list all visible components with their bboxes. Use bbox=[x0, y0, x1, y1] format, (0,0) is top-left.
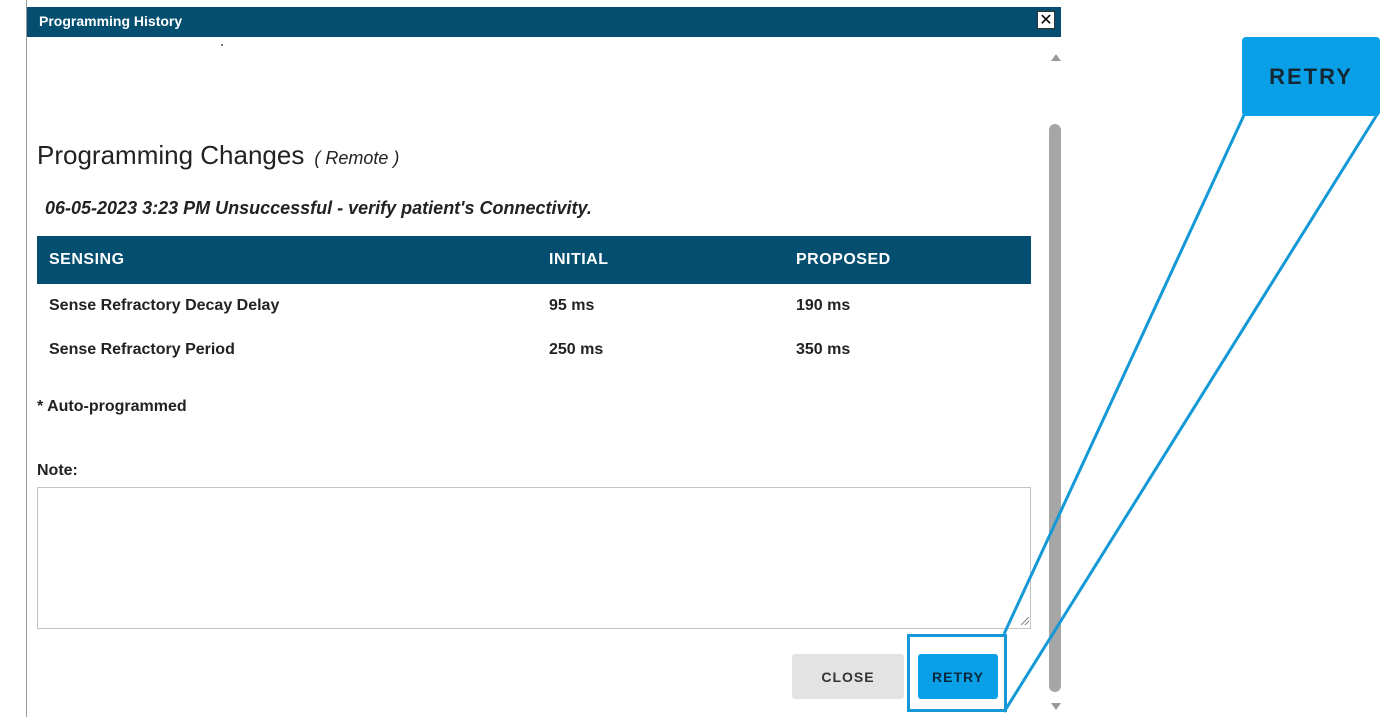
row-proposed: 350 ms bbox=[796, 341, 851, 358]
column-header-initial: INITIAL bbox=[549, 251, 609, 268]
note-label: Note: bbox=[37, 462, 78, 479]
row-parameter: Sense Refractory Period bbox=[49, 341, 235, 358]
row-initial: 250 ms bbox=[549, 341, 604, 358]
scroll-down-icon[interactable] bbox=[1051, 703, 1061, 710]
vertical-scrollbar[interactable] bbox=[1047, 40, 1063, 717]
close-icon[interactable]: ✕ bbox=[1037, 11, 1055, 29]
dialog-titlebar: Programming History ✕ bbox=[27, 7, 1061, 37]
retry-highlight-box bbox=[907, 634, 1007, 712]
column-header-sensing: SENSING bbox=[49, 251, 125, 268]
close-button[interactable]: CLOSE bbox=[792, 654, 904, 699]
heading-sub: ( Remote ) bbox=[314, 148, 400, 168]
dialog-title: Programming History bbox=[39, 13, 183, 29]
column-header-proposed: PROPOSED bbox=[796, 251, 891, 268]
resize-grip-icon[interactable] bbox=[1021, 617, 1029, 625]
scrollbar-thumb[interactable] bbox=[1049, 124, 1061, 692]
table-header: SENSING INITIAL PROPOSED bbox=[37, 236, 1031, 284]
table-row: Sense Refractory Decay Delay 95 ms 190 m… bbox=[37, 284, 1031, 328]
retry-zoom-callout: RETRY bbox=[1242, 37, 1380, 116]
status-message: 06-05-2023 3:23 PM Unsuccessful - verify… bbox=[45, 198, 592, 218]
row-initial: 95 ms bbox=[549, 297, 595, 314]
row-parameter: Sense Refractory Decay Delay bbox=[49, 297, 280, 314]
changes-table: SENSING INITIAL PROPOSED Sense Refractor… bbox=[37, 236, 1031, 372]
auto-programmed-note: * Auto-programmed bbox=[37, 398, 187, 415]
artifact-dot bbox=[221, 44, 223, 46]
row-proposed: 190 ms bbox=[796, 297, 851, 314]
table-row: Sense Refractory Period 250 ms 350 ms bbox=[37, 328, 1031, 372]
page-title: Programming Changes ( Remote ) bbox=[37, 140, 399, 171]
heading-text: Programming Changes bbox=[37, 140, 305, 170]
programming-history-dialog: Programming History ✕ Programming Change… bbox=[26, 0, 1063, 717]
scroll-up-icon[interactable] bbox=[1051, 54, 1061, 61]
note-textarea[interactable] bbox=[37, 487, 1031, 629]
